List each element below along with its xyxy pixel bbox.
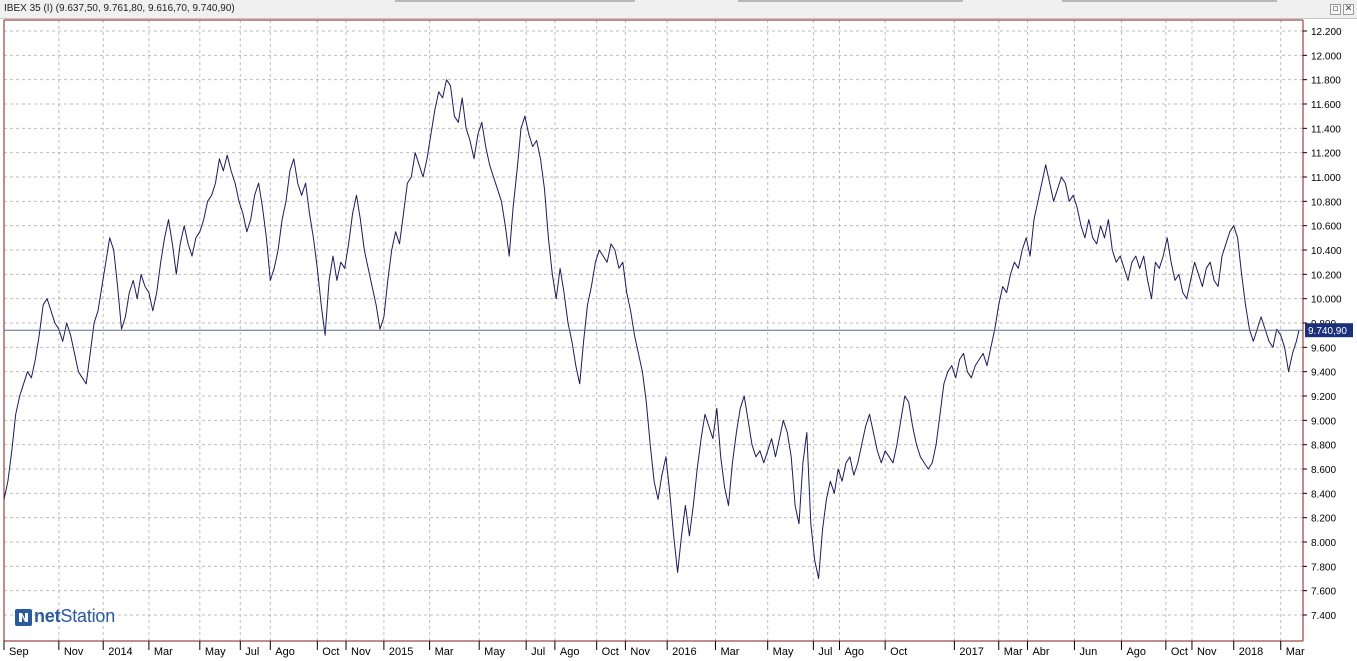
x-tick-label: Oct xyxy=(602,646,619,658)
price-series xyxy=(3,79,1300,579)
close-window-button[interactable]: ✕ xyxy=(1343,4,1354,15)
x-tick-label: Ago xyxy=(560,646,580,658)
y-tick-label: 11.800 xyxy=(1311,76,1341,87)
restore-window-button[interactable]: ▫ xyxy=(1330,4,1341,15)
y-tick-label: 12.200 xyxy=(1311,27,1342,38)
x-tick-label: 2018 xyxy=(1239,646,1263,658)
x-tick-label: Oct xyxy=(890,646,907,658)
price-chart[interactable]: 12.200 12.000 11.800 11.600 11.400 11.200 11.0… xyxy=(0,19,1357,661)
y-tick-label: 10.400 xyxy=(1311,246,1342,257)
logo-text-suffix: Station xyxy=(60,606,116,626)
y-tick-label: 8.800 xyxy=(1311,441,1336,452)
last-price: 9.740,90 xyxy=(4,323,1353,338)
y-tick-label: 12.000 xyxy=(1311,51,1342,62)
y-tick-label: 7.400 xyxy=(1311,611,1336,622)
x-tick-label: 2015 xyxy=(389,646,413,658)
y-tick-label: 8.000 xyxy=(1311,538,1336,549)
x-tick-label: Jul xyxy=(818,646,832,658)
x-tick-label: Mar xyxy=(720,646,739,658)
x-tick-label: Mar xyxy=(435,646,454,658)
x-axis-ticks: Sep Nov 2014 Mar May Jul Ago Oct Nov 2015 Mar May Ju… xyxy=(3,641,1305,658)
x-tick-label: Jul xyxy=(245,646,259,658)
restore-icon: ▫ xyxy=(1332,4,1339,14)
x-tick-label: Nov xyxy=(351,646,371,658)
x-tick-label: Ago xyxy=(1126,646,1146,658)
window-title: IBEX 35 (I) (9.637,50, 9.761,80, 9.616,7… xyxy=(4,3,235,14)
title-divider xyxy=(1062,0,1277,2)
x-tick-label: May xyxy=(205,646,226,658)
x-tick-label: Nov xyxy=(1197,646,1217,658)
x-tick-label: Nov xyxy=(630,646,650,658)
y-tick-label: 9.000 xyxy=(1311,416,1336,427)
y-tick-label: 9.600 xyxy=(1311,343,1336,354)
y-tick-label: 7.800 xyxy=(1311,562,1336,573)
y-tick-label: 8.600 xyxy=(1311,465,1336,476)
y-tick-label: 10.000 xyxy=(1311,295,1342,306)
y-tick-label: 10.600 xyxy=(1311,222,1342,233)
x-tick-label: Oct xyxy=(1171,646,1188,658)
y-tick-label: 9.200 xyxy=(1311,392,1336,403)
y-tick-label: 11.000 xyxy=(1311,173,1341,184)
y-tick-label: 8.400 xyxy=(1311,489,1336,500)
y-tick-label: 11.400 xyxy=(1311,124,1341,135)
y-tick-label: 8.200 xyxy=(1311,514,1336,525)
x-tick-label: Jul xyxy=(531,646,545,658)
y-tick-label: 7.600 xyxy=(1311,587,1336,598)
x-tick-label: Abr xyxy=(1032,646,1049,658)
title-divider xyxy=(738,0,963,2)
series-line xyxy=(3,79,1300,579)
y-tick-label: 11.600 xyxy=(1311,100,1341,111)
y-tick-label: 10.800 xyxy=(1311,197,1342,208)
x-tick-label: Oct xyxy=(322,646,339,658)
x-tick-label: Sep xyxy=(9,646,29,658)
window-titlebar: IBEX 35 (I) (9.637,50, 9.761,80, 9.616,7… xyxy=(0,0,1357,19)
x-tick-label: 2016 xyxy=(672,646,696,658)
logo-text-prefix: net xyxy=(34,606,61,626)
x-tick-label: May xyxy=(773,646,794,658)
x-tick-label: May xyxy=(484,646,505,658)
y-tick-label: 9.400 xyxy=(1311,368,1336,379)
close-icon: ✕ xyxy=(1344,4,1353,14)
x-tick-label: Mar xyxy=(154,646,173,658)
y-tick-label: 10.200 xyxy=(1311,270,1342,281)
x-tick-label: Ago xyxy=(844,646,864,658)
last-price-label: 9.740,90 xyxy=(1308,326,1347,337)
x-tick-label: Nov xyxy=(64,646,84,658)
y-tick-label: 11.200 xyxy=(1311,149,1341,160)
x-tick-label: Jun xyxy=(1079,646,1097,658)
netstation-logo-icon xyxy=(15,609,32,626)
x-tick-label: Ago xyxy=(275,646,295,658)
x-tick-label: 2014 xyxy=(108,646,132,658)
x-tick-label: Mar xyxy=(1004,646,1023,658)
x-tick-label: Mar xyxy=(1286,646,1305,658)
title-divider xyxy=(395,0,635,2)
x-tick-label: 2017 xyxy=(959,646,983,658)
